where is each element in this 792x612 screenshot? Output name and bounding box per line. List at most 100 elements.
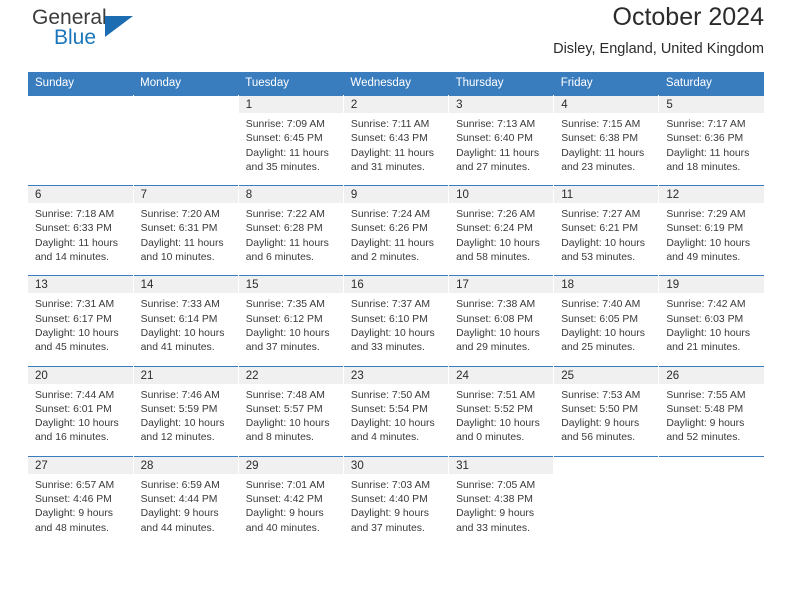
day-details: Sunrise: 7:48 AM Sunset: 5:57 PM Daylight:… [239, 384, 343, 456]
day-details: Sunrise: 6:57 AM Sunset: 4:46 PM Daylight:… [28, 474, 133, 546]
calendar-day-cell[interactable]: 16 Sunrise: 7:37 AM Sunset: 6:10 PM Dayligh… [343, 275, 450, 367]
general-blue-logo[interactable]: General Blue [32, 6, 142, 60]
calendar-day-cell[interactable]: 17 Sunrise: 7:38 AM Sunset: 6:08 PM Dayligh… [448, 275, 555, 367]
daylight-text-line1: Daylight: 10 hours [456, 237, 540, 249]
calendar-day-cell[interactable]: 7 Sunrise: 7:20 AM Sunset: 6:31 PM Daylight… [133, 185, 239, 276]
day-details [28, 113, 133, 184]
daylight-text-line2: and 16 minutes. [35, 432, 109, 444]
sunset-text: Sunset: 6:43 PM [350, 133, 428, 145]
daylight-text-line1: Daylight: 10 hours [35, 327, 119, 339]
calendar-day-cell[interactable]: 12 Sunrise: 7:29 AM Sunset: 6:19 PM Dayligh… [658, 185, 764, 276]
weekday-header-row: Sunday Monday Tuesday Wednesday Thursday… [28, 72, 764, 96]
calendar-day-cell[interactable]: 19 Sunrise: 7:42 AM Sunset: 6:03 PM Dayligh… [658, 275, 764, 367]
sunset-text: Sunset: 5:50 PM [561, 403, 639, 415]
sunrise-text: Sunrise: 7:40 AM [561, 299, 641, 311]
calendar-day-cell[interactable]: 9 Sunrise: 7:24 AM Sunset: 6:26 PM Daylight… [343, 185, 450, 276]
daylight-text-line1: Daylight: 10 hours [561, 327, 645, 339]
calendar-day-cell[interactable]: 6 Sunrise: 7:18 AM Sunset: 6:33 PM Daylight… [28, 185, 134, 276]
daylight-text-line2: and 49 minutes. [666, 252, 741, 264]
calendar-day-cell[interactable]: 28 Sunrise: 6:59 AM Sunset: 4:44 PM Dayligh… [133, 456, 239, 546]
day-details: Sunrise: 7:46 AM Sunset: 5:59 PM Daylight:… [134, 384, 238, 456]
daylight-text-line1: Daylight: 10 hours [350, 418, 435, 430]
day-number: 19 [659, 276, 764, 294]
sunset-text: Sunset: 6:03 PM [666, 313, 744, 325]
calendar-day-cell[interactable]: 14 Sunrise: 7:33 AM Sunset: 6:14 PM Dayligh… [133, 275, 239, 367]
title-block: October 2024 Disley, England, United Kin… [553, 0, 764, 60]
sunrise-text: Sunrise: 7:17 AM [666, 119, 746, 130]
day-number: 14 [133, 276, 238, 294]
daylight-text-line2: and 41 minutes. [140, 342, 215, 354]
day-details [134, 113, 238, 184]
day-details: Sunrise: 7:22 AM Sunset: 6:28 PM Daylight:… [239, 203, 343, 275]
calendar-day-cell[interactable]: 13 Sunrise: 7:31 AM Sunset: 6:17 PM Dayligh… [28, 275, 134, 367]
sunrise-text: Sunrise: 7:29 AM [666, 209, 746, 221]
calendar-day-cell[interactable]: 26 Sunrise: 7:55 AM Sunset: 5:48 PM Dayligh… [658, 366, 764, 457]
weekday-header-saturday: Saturday [658, 72, 764, 96]
calendar-day-cell[interactable]: 5 Sunrise: 7:17 AM Sunset: 6:36 PM Daylight… [658, 95, 764, 186]
calendar-day-cell[interactable]: 15 Sunrise: 7:35 AM Sunset: 6:12 PM Dayligh… [238, 275, 344, 367]
day-number: 10 [449, 186, 554, 204]
sunrise-text: Sunrise: 7:20 AM [140, 209, 220, 221]
sunset-text: Sunset: 6:12 PM [245, 313, 323, 325]
sunrise-text: Sunrise: 7:09 AM [245, 119, 325, 130]
day-number: 3 [449, 96, 554, 113]
calendar-day-cell[interactable]: 22 Sunrise: 7:48 AM Sunset: 5:57 PM Dayligh… [238, 366, 344, 457]
calendar-day-cell[interactable]: 10 Sunrise: 7:26 AM Sunset: 6:24 PM Dayligh… [448, 185, 555, 276]
calendar-day-cell[interactable]: 3 Sunrise: 7:13 AM Sunset: 6:40 PM Daylight… [448, 95, 555, 186]
sunset-text: Sunset: 6:01 PM [35, 403, 112, 415]
daylight-text-line1: Daylight: 10 hours [140, 418, 225, 430]
calendar-day-cell[interactable]: 18 Sunrise: 7:40 AM Sunset: 6:05 PM Dayligh… [553, 275, 660, 367]
day-details: Sunrise: 7:27 AM Sunset: 6:21 PM Daylight:… [554, 203, 658, 275]
calendar-day-cell[interactable]: 29 Sunrise: 7:01 AM Sunset: 4:42 PM Dayligh… [238, 456, 344, 546]
calendar-day-cell[interactable]: 11 Sunrise: 7:27 AM Sunset: 6:21 PM Dayligh… [553, 185, 660, 276]
weekday-header-sunday: Sunday [28, 72, 134, 96]
daylight-text-line2: and 29 minutes. [456, 342, 530, 354]
calendar-day-cell[interactable]: 24 Sunrise: 7:51 AM Sunset: 5:52 PM Dayligh… [448, 366, 555, 457]
day-number: 12 [659, 186, 764, 204]
sunset-text: Sunset: 6:45 PM [245, 133, 323, 145]
calendar-day-cell[interactable]: 2 Sunrise: 7:11 AM Sunset: 6:43 PM Daylight… [343, 95, 450, 186]
sunrise-text: Sunrise: 7:27 AM [561, 209, 641, 221]
sunrise-text: Sunrise: 7:11 AM [350, 119, 430, 130]
daylight-text-line1: Daylight: 9 hours [140, 508, 219, 520]
day-number: 25 [554, 366, 659, 384]
calendar-day-cell[interactable]: 1 Sunrise: 7:09 AM Sunset: 6:45 PM Daylight… [238, 95, 344, 186]
calendar-cell-empty [133, 95, 239, 186]
page-header: General Blue October 2024 Disley, Englan… [28, 0, 764, 72]
sunrise-text: Sunrise: 7:53 AM [561, 389, 641, 401]
daylight-text-line2: and 37 minutes. [245, 342, 320, 354]
calendar-week-row: 20 Sunrise: 7:44 AM Sunset: 6:01 PM Dayligh… [28, 366, 764, 457]
daylight-text-line2: and 33 minutes. [350, 342, 425, 354]
day-details: Sunrise: 7:55 AM Sunset: 5:48 PM Daylight:… [659, 384, 764, 456]
calendar-day-cell[interactable]: 8 Sunrise: 7:22 AM Sunset: 6:28 PM Daylight… [238, 185, 344, 276]
daylight-text-line1: Daylight: 9 hours [350, 508, 429, 520]
calendar-day-cell[interactable]: 30 Sunrise: 7:03 AM Sunset: 4:40 PM Dayligh… [343, 456, 450, 546]
sunset-text: Sunset: 4:38 PM [456, 494, 533, 506]
calendar-day-cell[interactable]: 20 Sunrise: 7:44 AM Sunset: 6:01 PM Dayligh… [28, 366, 134, 457]
day-number: 13 [28, 276, 133, 294]
day-details: Sunrise: 7:13 AM Sunset: 6:40 PM Daylight:… [449, 113, 553, 185]
daylight-text-line2: and 18 minutes. [666, 161, 741, 173]
calendar-day-cell[interactable]: 25 Sunrise: 7:53 AM Sunset: 5:50 PM Dayligh… [553, 366, 660, 457]
sunrise-text: Sunrise: 7:15 AM [561, 119, 641, 130]
day-number: 24 [449, 366, 554, 384]
daylight-text-line2: and 48 minutes. [35, 522, 109, 534]
daylight-text-line1: Daylight: 10 hours [35, 418, 119, 430]
sunrise-text: Sunrise: 7:55 AM [666, 389, 746, 401]
day-details: Sunrise: 7:35 AM Sunset: 6:12 PM Daylight:… [239, 293, 343, 365]
daylight-text-line2: and 45 minutes. [35, 342, 109, 354]
calendar-day-cell[interactable]: 23 Sunrise: 7:50 AM Sunset: 5:54 PM Dayligh… [343, 366, 450, 457]
daylight-text-line1: Daylight: 10 hours [245, 418, 330, 430]
daylight-text-line1: Daylight: 9 hours [245, 508, 324, 520]
daylight-text-line1: Daylight: 10 hours [666, 327, 751, 339]
sunset-text: Sunset: 6:36 PM [666, 133, 744, 145]
daylight-text-line1: Daylight: 10 hours [666, 237, 751, 249]
calendar-day-cell[interactable]: 21 Sunrise: 7:46 AM Sunset: 5:59 PM Dayligh… [133, 366, 239, 457]
calendar-day-cell[interactable]: 4 Sunrise: 7:15 AM Sunset: 6:38 PM Daylight… [553, 95, 660, 186]
sunset-text: Sunset: 6:31 PM [140, 223, 218, 235]
daylight-text-line2: and 21 minutes. [666, 342, 741, 354]
daylight-text-line2: and 35 minutes. [245, 161, 320, 173]
calendar-day-cell[interactable]: 27 Sunrise: 6:57 AM Sunset: 4:46 PM Dayligh… [28, 456, 134, 546]
calendar-day-cell[interactable]: 31 Sunrise: 7:05 AM Sunset: 4:38 PM Dayligh… [448, 456, 555, 546]
daylight-text-line2: and 6 minutes. [245, 252, 314, 264]
